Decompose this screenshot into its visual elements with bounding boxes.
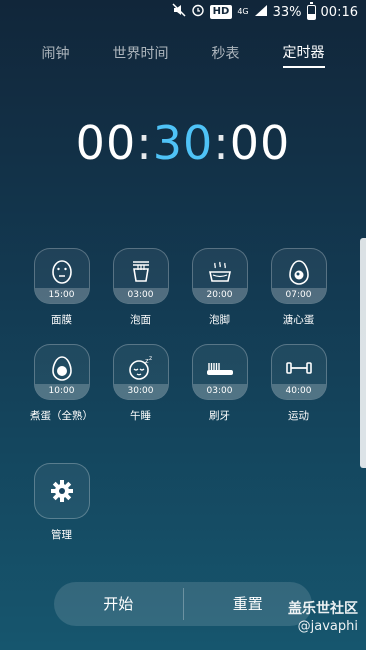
noodles-icon [114,257,168,287]
preset-time: 10:00 [34,384,89,399]
tab-bar: 闹钟 世界时间 秒表 定时器 [0,40,366,70]
preset-label: 午睡 [130,410,151,422]
preset-label: 刷牙 [209,410,230,422]
battery-icon [306,1,316,20]
preset-time: 20:00 [192,288,247,303]
preset-label: 泡脚 [209,314,230,326]
edge-panel-handle[interactable] [360,238,366,468]
timer-colon: : [213,116,230,170]
preset-label: 泡面 [130,314,151,326]
face-mask-icon [35,257,89,287]
timer-minutes[interactable]: 30 [153,116,214,170]
timer-display[interactable]: 00:30:00 [0,116,366,170]
preset-boiled-egg[interactable]: 10:00 煮蛋（全熟） [22,344,101,424]
watermark: 盖乐世社区 @javaphi [288,600,358,636]
preset-tile[interactable]: zz 30:00 [112,344,169,400]
preset-tile[interactable]: 03:00 [191,344,248,400]
watermark-line-1: 盖乐世社区 [288,601,358,617]
preset-time: 15:00 [34,288,89,303]
preset-foot-bath[interactable]: 20:00 泡脚 [180,248,259,328]
tab-alarm[interactable]: 闹钟 [42,43,70,67]
start-button[interactable]: 开始 [54,582,183,626]
preset-nap[interactable]: zz 30:00 午睡 [101,344,180,424]
preset-grid: 15:00 面膜 03:00 泡面 20:00 泡脚 07:00 溏心蛋 10:… [22,248,344,424]
tab-stopwatch[interactable]: 秒表 [212,43,240,67]
manage-preset-button[interactable]: 管理 [22,463,101,543]
mute-icon [172,3,186,21]
svg-text:z: z [149,355,152,362]
gear-icon [35,476,89,506]
watermark-line-2: @javaphi [297,619,358,634]
battery-percent: 33% [272,4,302,20]
signal-icon [254,4,268,21]
dumbbell-icon [272,353,326,383]
preset-label: 溏心蛋 [282,314,315,326]
preset-tile[interactable]: 07:00 [270,248,327,304]
preset-label: 煮蛋（全熟） [30,410,93,422]
preset-time: 03:00 [113,288,168,303]
manage-presets[interactable]: 管理 [22,463,101,543]
clock-time: 00:16 [320,4,358,20]
action-bar: 开始 重置 [54,582,312,626]
preset-tile[interactable]: 15:00 [33,248,90,304]
preset-time: 03:00 [192,384,247,399]
status-bar: HD 4G 33% 00:16 [0,0,366,24]
preset-tile[interactable]: 20:00 [191,248,248,304]
hd-badge: HD [209,5,233,19]
nap-icon: zz [114,353,168,383]
network-type: 4G [237,7,249,16]
timer-hours[interactable]: 00 [76,116,137,170]
soft-boiled-egg-icon [272,257,326,287]
foot-bath-icon [193,257,247,287]
manage-tile[interactable] [33,463,90,519]
timer-colon: : [136,116,153,170]
preset-tile[interactable]: 40:00 [270,344,327,400]
preset-time: 40:00 [271,384,326,399]
preset-time: 07:00 [271,288,326,303]
preset-face-mask[interactable]: 15:00 面膜 [22,248,101,328]
preset-label: 运动 [288,410,309,422]
preset-label: 面膜 [51,314,72,326]
timer-seconds[interactable]: 00 [230,116,291,170]
preset-tile[interactable]: 03:00 [112,248,169,304]
preset-time: 30:00 [113,384,168,399]
tab-world-clock[interactable]: 世界时间 [113,43,169,67]
preset-tile[interactable]: 10:00 [33,344,90,400]
alarm-icon [191,3,205,21]
preset-noodles[interactable]: 03:00 泡面 [101,248,180,328]
toothbrush-icon [193,353,247,383]
preset-soft-boiled-egg[interactable]: 07:00 溏心蛋 [259,248,338,328]
preset-toothbrush[interactable]: 03:00 刷牙 [180,344,259,424]
boiled-egg-icon [35,353,89,383]
preset-exercise[interactable]: 40:00 运动 [259,344,338,424]
tab-timer[interactable]: 定时器 [282,42,325,68]
manage-label: 管理 [51,529,72,541]
